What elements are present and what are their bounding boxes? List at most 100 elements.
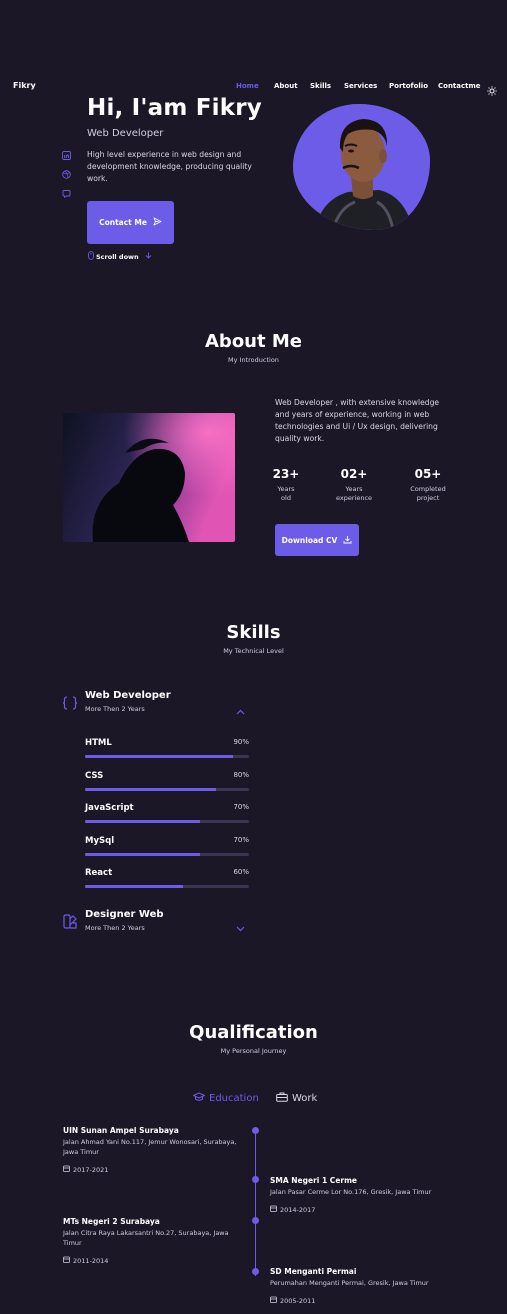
skill-bar-fill — [85, 853, 200, 856]
stat-value: 05+ — [414, 467, 442, 481]
mouse-icon — [88, 251, 94, 262]
about-photo — [63, 413, 235, 542]
date-text: 2017-2021 — [73, 1165, 109, 1174]
qualification-entry: SMA Negeri 1 Cerme Jalan Pasar Cerme Lor… — [270, 1176, 470, 1214]
about-title: About Me — [205, 331, 302, 352]
qualification-entry-date: 2005-2011 — [270, 1296, 470, 1305]
skill-bar — [85, 788, 249, 791]
skill-name: MySql — [85, 836, 115, 846]
nav-item-home[interactable]: Home — [236, 82, 259, 90]
skill-percent: 80% — [233, 771, 249, 779]
skill-bar-fill — [85, 820, 200, 823]
about-subtitle: My Introduction — [228, 356, 279, 364]
skill-percent: 90% — [233, 738, 249, 746]
stat-label: Completed — [410, 485, 446, 493]
qualification-entry-date: 2011-2014 — [63, 1256, 243, 1265]
skill-bar-fill — [85, 788, 217, 791]
date-text: 2014-2017 — [280, 1205, 316, 1214]
send-icon — [153, 217, 162, 228]
qualification-entry-subtitle: Jalan Ahmad Yani No.117, Jemur Wonosari,… — [63, 1138, 237, 1156]
qualification-subtitle: My Personal Journey — [220, 1047, 287, 1055]
about-description: Web Developer , with extensive knowledge… — [275, 398, 440, 443]
download-icon — [343, 535, 352, 546]
chevron-down-icon[interactable] — [236, 917, 245, 936]
skill-bar — [85, 885, 249, 888]
sun-icon[interactable] — [487, 81, 497, 96]
code-braces-icon — [62, 695, 78, 715]
hero-description: High level experience in web design and … — [87, 150, 252, 183]
stat-value: 23+ — [272, 467, 300, 481]
tab-work-label: Work — [292, 1093, 318, 1104]
calendar-icon — [63, 1165, 70, 1174]
qualification-entry: UIN Sunan Ampel Surabaya Jalan Ahmad Yan… — [63, 1126, 243, 1174]
timeline-line — [255, 1130, 256, 1276]
skill-percent: 70% — [233, 836, 249, 844]
stat-label: Years — [345, 485, 363, 493]
download-cv-label: Download CV — [281, 535, 338, 545]
briefcase-icon — [276, 1092, 288, 1105]
skill-name: CSS — [85, 771, 104, 781]
skill-group-sub: More Then 2 Years — [85, 705, 145, 713]
skill-percent: 70% — [233, 803, 249, 811]
qualification-entry-title: SMA Negeri 1 Cerme — [270, 1176, 358, 1185]
calendar-icon — [63, 1256, 70, 1265]
stat-value: 02+ — [340, 467, 368, 481]
skill-bar — [85, 853, 249, 856]
scroll-down-label: Scroll down — [96, 252, 139, 261]
stat-label: Years — [277, 485, 295, 493]
qualification-entry-title: UIN Sunan Ampel Surabaya — [63, 1126, 179, 1135]
dribbble-icon[interactable] — [62, 164, 71, 179]
nav-item-about[interactable]: About — [274, 82, 298, 90]
chevron-up-icon[interactable] — [236, 700, 245, 719]
qualification-entry-title: SD Menganti Permai — [270, 1267, 357, 1276]
linkedin-icon[interactable] — [62, 145, 71, 160]
contact-me-button[interactable]: Contact Me — [87, 201, 174, 244]
skill-group-title: Web Developer — [85, 690, 171, 701]
timeline-dot — [252, 1217, 259, 1224]
skill-bar-fill — [85, 755, 233, 758]
stat-label: project — [416, 494, 440, 502]
arrow-down-icon — [145, 252, 152, 261]
graduation-cap-icon — [192, 1092, 206, 1105]
skill-name: HTML — [85, 738, 112, 748]
qualification-entry: MTs Negeri 2 Surabaya Jalan Citra Raya L… — [63, 1217, 243, 1265]
qualification-entry-title: MTs Negeri 2 Surabaya — [63, 1217, 160, 1226]
date-text: 2005-2011 — [280, 1296, 316, 1305]
stat-item: 23+ Years old — [256, 467, 316, 503]
date-text: 2011-2014 — [73, 1256, 109, 1265]
skills-title: Skills — [226, 622, 281, 643]
skill-bar — [85, 820, 249, 823]
nav-item-skills[interactable]: Skills — [310, 82, 331, 90]
skill-name: JavaScript — [85, 803, 134, 813]
skills-subtitle: My Technical Level — [223, 647, 284, 655]
qualification-entry-date: 2017-2021 — [63, 1165, 243, 1174]
skill-group-header[interactable]: Web Developer More Then 2 Years — [85, 690, 171, 713]
stat-label: experience — [335, 494, 373, 502]
nav-item-contactme[interactable]: Contactme — [438, 82, 481, 90]
qualification-title: Qualification — [189, 1022, 318, 1043]
skill-bar — [85, 755, 249, 758]
skill-percent: 60% — [233, 868, 249, 876]
nav-item-services[interactable]: Services — [344, 82, 377, 90]
contact-me-label: Contact Me — [99, 218, 147, 227]
skill-group-sub: More Then 2 Years — [85, 924, 145, 932]
profile-photo — [293, 104, 430, 230]
download-cv-button[interactable]: Download CV — [275, 524, 359, 556]
skill-name: React — [85, 868, 113, 878]
nav-logo[interactable]: Fikry — [13, 81, 36, 90]
qualification-entry-date: 2014-2017 — [270, 1205, 470, 1214]
tab-education-label: Education — [209, 1093, 259, 1104]
skill-group-title: Designer Web — [85, 909, 164, 920]
tab-education[interactable]: Education — [192, 1092, 259, 1105]
palette-icon — [63, 914, 78, 933]
tab-work[interactable]: Work — [276, 1092, 317, 1105]
nav-item-portofolio[interactable]: Portofolio — [389, 82, 428, 90]
timeline-dot — [252, 1127, 259, 1134]
skill-group-header[interactable]: Designer Web More Then 2 Years — [85, 909, 164, 932]
timeline-dot — [252, 1176, 259, 1183]
calendar-icon — [270, 1205, 277, 1214]
calendar-icon — [270, 1296, 277, 1305]
github-icon[interactable] — [62, 183, 71, 199]
stat-label: old — [281, 494, 291, 502]
scroll-down-link[interactable]: Scroll down — [88, 251, 152, 262]
